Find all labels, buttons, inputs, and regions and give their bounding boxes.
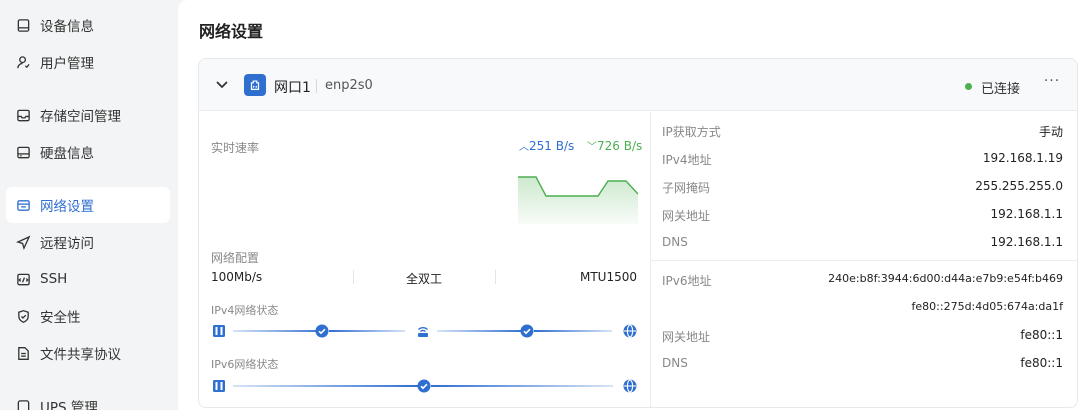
ups-icon [15,398,31,410]
status-badge: 已连接 [981,82,1021,97]
sidebar-item-label: 用户管理 [40,56,94,72]
shield-icon [15,308,31,324]
device-icon [15,17,31,33]
check-circle-icon [417,379,431,393]
link-speed: 100Mb/s [211,270,263,284]
ipv6-address-value: 240e:b8f:3944:6d00:d44a:e7b9:e54f:b469 [828,272,1063,285]
check-circle-icon [315,324,329,338]
sidebar: 设备信息 用户管理 存储空间管理 硬盘信息 网络设置 远程访问 SSH 安全性 … [0,0,178,410]
connection-line [233,385,419,387]
upload-speed: ︿251 B/s [519,139,575,153]
ipv6-address-label: IPv6地址 [662,274,712,288]
traffic-pane: 实时速率 ︿251 B/s ﹀726 B/s 网络配置 100Mb/s 全双工 … [199,112,650,407]
sidebar-item-label: 存储空间管理 [40,109,121,125]
page-title: 网络设置 [199,22,264,41]
duplex-mode: 全双工 [406,272,443,286]
sidebar-item-label: 远程访问 [40,236,94,252]
connection-line [431,385,613,387]
device-icon [213,380,225,392]
ethernet-port-icon [244,74,266,96]
arrow-down-icon: ﹀ [587,142,597,153]
sidebar-item-label: 文件共享协议 [40,347,121,363]
realtime-speed-label: 实时速率 [211,141,260,155]
sidebar-item-security[interactable]: 安全性 [6,298,170,334]
sidebar-item-file-share[interactable]: 文件共享协议 [6,335,170,371]
ipv6-gateway-label: 网关地址 [662,330,711,344]
device-icon [213,325,225,337]
connection-line [233,330,328,332]
sidebar-item-network[interactable]: 网络设置 [6,187,170,223]
disk-icon [15,144,31,160]
sidebar-item-remote[interactable]: 远程访问 [6,224,170,260]
network-icon [15,197,31,213]
storage-icon [15,107,31,123]
check-circle-icon [520,324,534,338]
router-icon [418,327,428,337]
sidebar-item-label: 网络设置 [40,199,94,215]
ipv6-dns-label: DNS [662,356,688,370]
connection-line [329,330,405,332]
arrow-up-icon: ︿ [519,142,529,153]
sidebar-item-label: 设备信息 [40,19,94,35]
ip-method-label: IP获取方式 [662,125,721,139]
divider [353,270,354,284]
sidebar-item-label: 安全性 [40,310,81,326]
card-header[interactable]: 网口1 enp2s0 已连接 ··· [199,59,1077,111]
network-port-card: 网口1 enp2s0 已连接 ··· 实时速率 ︿251 B/s ﹀726 B/… [198,58,1078,408]
dns-value: 192.168.1.1 [990,235,1063,249]
ipv6-status-label: IPv6网络状态 [211,358,279,371]
ipv4-status-label: IPv4网络状态 [211,304,279,317]
subnet-mask-label: 子网掩码 [662,181,711,195]
subnet-mask-value: 255.255.255.0 [975,179,1063,193]
sidebar-item-label: SSH [40,271,68,287]
port-device: enp2s0 [325,78,373,93]
more-options-button[interactable]: ··· [1041,73,1063,95]
ipv4-address-value: 192.168.1.19 [982,151,1063,165]
sidebar-item-storage[interactable]: 存储空间管理 [6,97,170,133]
main-content: 网络设置 网口1 enp2s0 已连接 ··· 实时速率 ︿251 B/s ﹀7… [178,0,1081,410]
divider [316,79,317,93]
sidebar-item-ups[interactable]: UPS 管理 [6,388,170,410]
connection-line [534,330,612,332]
mtu-value: MTU1500 [579,270,637,284]
sidebar-item-users[interactable]: 用户管理 [6,44,170,80]
sidebar-item-label: UPS 管理 [40,400,98,410]
status-dot [965,83,972,90]
network-config-label: 网络配置 [211,251,260,265]
connection-line [437,330,525,332]
divider [651,260,1077,261]
traffic-sparkline [518,176,638,224]
sidebar-item-disk[interactable]: 硬盘信息 [6,134,170,170]
ipv6-gateway-value: fe80::1 [1020,328,1063,342]
gateway-label: 网关地址 [662,209,711,223]
ssh-icon [15,271,31,287]
ip-method-value: 手动 [1038,125,1063,139]
file-share-icon [15,345,31,361]
sidebar-item-label: 硬盘信息 [40,146,94,162]
chevron-down-icon[interactable] [215,78,229,92]
sidebar-item-ssh[interactable]: SSH [6,261,170,297]
globe-icon [623,379,637,393]
download-speed: ﹀726 B/s [587,139,643,153]
divider [495,270,496,284]
ip-info-pane: IP获取方式 手动 IPv4地址 192.168.1.19 子网掩码 255.2… [650,112,1077,407]
ipv6-link-local-value: fe80::275d:4d05:674a:da1f [911,300,1063,313]
remote-icon [15,234,31,250]
sidebar-item-device-info[interactable]: 设备信息 [6,7,170,43]
user-icon [15,54,31,70]
port-name: 网口1 [274,80,311,96]
ipv6-dns-value: fe80::1 [1020,356,1063,370]
dns-label: DNS [662,235,688,249]
ipv4-address-label: IPv4地址 [662,153,712,167]
globe-icon [623,324,637,338]
gateway-value: 192.168.1.1 [990,207,1063,221]
network-config-row: 100Mb/s 全双工 MTU1500 [211,268,637,288]
